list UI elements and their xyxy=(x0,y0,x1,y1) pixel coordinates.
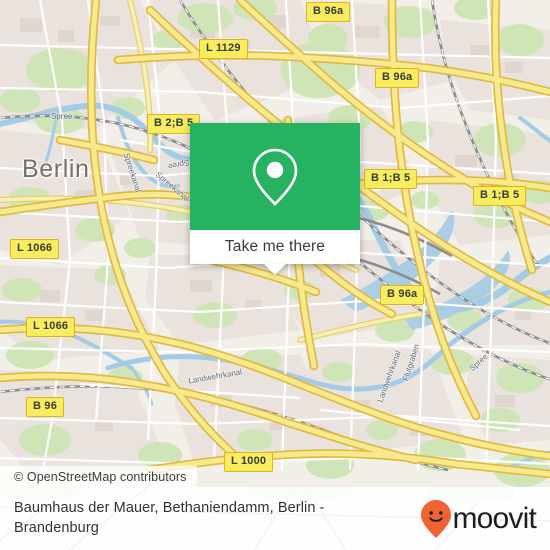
moovit-logo[interactable]: moovit xyxy=(421,499,537,538)
road-shield[interactable]: L 1066 xyxy=(26,317,76,337)
popup-header xyxy=(190,123,360,230)
map-screenshot: Berlin Spree Spreekanal Spree Spreekanal… xyxy=(0,0,550,550)
road-shield[interactable]: L 1066 xyxy=(10,239,60,259)
osm-attribution[interactable]: © OpenStreetMap contributors xyxy=(0,466,197,487)
osm-attribution-text: © OpenStreetMap contributors xyxy=(14,469,187,484)
moovit-smiley-pin-icon xyxy=(421,499,452,538)
moovit-wordmark: moovit xyxy=(452,501,536,535)
road-shield[interactable]: B 96a xyxy=(375,68,420,88)
footer-bar: Baumhaus der Mauer, Bethaniendamm, Berli… xyxy=(0,487,550,550)
road-shield[interactable]: B 96a xyxy=(380,285,425,305)
road-shield[interactable]: L 1129 xyxy=(199,39,248,59)
take-me-there-button[interactable]: Take me there xyxy=(190,230,360,264)
road-shield[interactable]: L 1000 xyxy=(224,452,274,472)
location-title: Baumhaus der Mauer, Bethaniendamm, Berli… xyxy=(14,500,325,536)
map-pin-icon xyxy=(252,148,298,206)
map-canvas[interactable]: Berlin Spree Spreekanal Spree Spreekanal… xyxy=(0,0,550,487)
road-shield[interactable]: B 1;B 5 xyxy=(473,186,527,206)
destination-popup[interactable]: Take me there xyxy=(190,123,360,275)
road-shield[interactable]: B 1;B 5 xyxy=(364,169,418,189)
road-shield[interactable]: B 96a xyxy=(306,2,351,22)
road-shield[interactable]: B 96 xyxy=(26,397,65,417)
popup-tail-pointer xyxy=(264,264,286,275)
